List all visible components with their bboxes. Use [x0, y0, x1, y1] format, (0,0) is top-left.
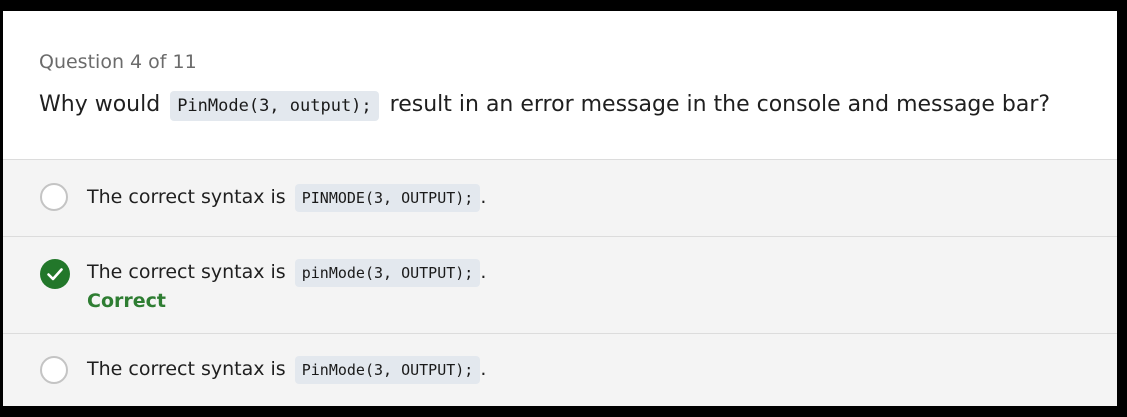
option-code: pinMode(3, OUTPUT);: [294, 259, 481, 287]
question-header: Question 4 of 11 Why would PinMode(3, ou…: [3, 11, 1117, 159]
option-end: .: [480, 186, 487, 208]
option-end: .: [480, 358, 487, 380]
option-text: The correct syntax is: [87, 186, 286, 208]
option-label: The correct syntax is PINMODE(3, OUTPUT)…: [87, 183, 486, 212]
answer-option-1[interactable]: The correct syntax is PINMODE(3, OUTPUT)…: [3, 160, 1117, 237]
option-label: The correct syntax is PinMode(3, OUTPUT)…: [87, 355, 486, 384]
correct-feedback: Correct: [87, 290, 166, 312]
option-code: PINMODE(3, OUTPUT);: [294, 184, 481, 212]
question-suffix: result in an error message in the consol…: [389, 92, 1051, 117]
option-text: The correct syntax is: [87, 261, 286, 283]
question-code: PinMode(3, output);: [170, 91, 379, 121]
check-circle-icon[interactable]: [40, 259, 70, 289]
question-text: Why would PinMode(3, output); result in …: [39, 87, 1050, 124]
option-end: .: [480, 261, 487, 283]
answer-option-2[interactable]: The correct syntax is pinMode(3, OUTPUT)…: [3, 237, 1117, 334]
radio-button-icon[interactable]: [40, 356, 68, 384]
quiz-card: Question 4 of 11 Why would PinMode(3, ou…: [3, 11, 1117, 406]
answer-options: The correct syntax is PINMODE(3, OUTPUT)…: [3, 159, 1117, 406]
option-text: The correct syntax is: [87, 358, 286, 380]
option-label: The correct syntax is pinMode(3, OUTPUT)…: [87, 258, 486, 287]
option-code: PinMode(3, OUTPUT);: [294, 356, 481, 384]
question-counter: Question 4 of 11: [39, 51, 197, 73]
radio-button-icon[interactable]: [40, 183, 68, 211]
answer-option-3[interactable]: The correct syntax is PinMode(3, OUTPUT)…: [3, 334, 1117, 406]
question-prefix: Why would: [39, 92, 161, 117]
